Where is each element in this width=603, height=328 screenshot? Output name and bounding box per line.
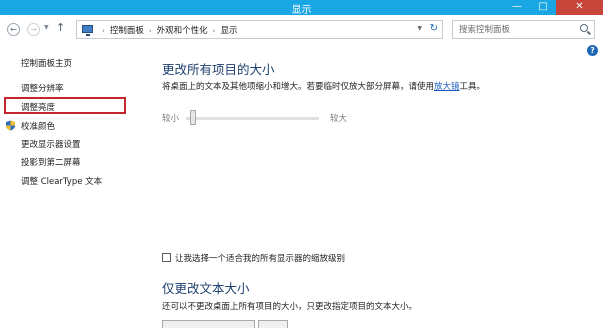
main-content: 更改所有项目的大小 将桌面上的文本及其他项缩小和增大。若要临时仅放大部分屏幕，请… bbox=[162, 45, 592, 328]
breadcrumb-display[interactable]: 显示 bbox=[220, 26, 237, 36]
breadcrumb-appearance[interactable]: 外观和个性化 bbox=[157, 26, 208, 36]
magnifier-link[interactable]: 放大镜 bbox=[434, 82, 460, 92]
text-size-heading: 仅更改文本大小 bbox=[162, 281, 250, 296]
search-box[interactable] bbox=[452, 20, 595, 39]
slider-thumb[interactable] bbox=[190, 110, 196, 125]
highlight-annotation bbox=[4, 97, 126, 114]
size-description-suffix: 工具。 bbox=[459, 82, 486, 92]
control-panel-icon bbox=[82, 25, 93, 36]
slider-max-label: 较大 bbox=[330, 114, 348, 124]
address-bar[interactable]: › 控制面板 › 外观和个性化 › 显示 ▼ ↻ bbox=[76, 20, 443, 39]
maximize-button[interactable]: □ bbox=[530, 0, 556, 15]
size-description: 将桌面上的文本及其他项缩小和增大。若要临时仅放大部分屏幕，请使用放大镜工具。 bbox=[162, 80, 485, 92]
size-description-text: 将桌面上的文本及其他项缩小和增大。若要临时仅放大部分屏幕，请使用 bbox=[162, 82, 435, 92]
refresh-icon[interactable]: ↻ bbox=[430, 23, 438, 34]
breadcrumb-separator[interactable]: › bbox=[213, 27, 216, 35]
scaling-checkbox-label[interactable]: 让我选择一个适合我的所有显示器的缩放级别 bbox=[175, 252, 345, 264]
sidebar: 控制面板主页 调整分辨率 调整亮度 校准颜色 更改显示器设置 投影到第二屏幕 调… bbox=[0, 45, 140, 328]
sidebar-item-resolution[interactable]: 调整分辨率 bbox=[21, 82, 64, 94]
title-bar: 显示 — □ ✕ bbox=[0, 0, 603, 16]
search-icon[interactable] bbox=[580, 24, 588, 32]
breadcrumb-control-panel[interactable]: 控制面板 bbox=[110, 26, 144, 36]
breadcrumb-separator[interactable]: › bbox=[149, 27, 152, 35]
slider-min-label: 较小 bbox=[162, 114, 180, 124]
text-size-description: 还可以不更改桌面上所有项目的大小，只更改指定项目的文本大小。 bbox=[162, 302, 418, 312]
page-title: 更改所有项目的大小 bbox=[162, 62, 275, 77]
sidebar-item-cleartype[interactable]: 调整 ClearType 文本 bbox=[21, 175, 102, 187]
navigation-bar: ← → ▼ ↑ › 控制面板 › 外观和个性化 › 显示 ▼ ↻ bbox=[0, 15, 603, 45]
back-arrow-icon[interactable]: ← bbox=[7, 23, 20, 36]
minimize-button[interactable]: — bbox=[504, 0, 530, 15]
sidebar-item-calibrate-color[interactable]: 校准颜色 bbox=[21, 120, 55, 132]
up-arrow-icon[interactable]: ↑ bbox=[56, 21, 65, 34]
text-size-dropdown[interactable] bbox=[258, 320, 288, 328]
text-item-dropdown[interactable] bbox=[162, 320, 255, 328]
close-button[interactable]: ✕ bbox=[556, 0, 603, 15]
sidebar-item-control-panel-home[interactable]: 控制面板主页 bbox=[21, 57, 72, 69]
forward-arrow-icon[interactable]: → bbox=[27, 23, 40, 36]
recent-pages-dropdown-icon[interactable]: ▼ bbox=[44, 24, 49, 31]
sidebar-item-project-second-screen[interactable]: 投影到第二屏幕 bbox=[21, 156, 81, 168]
breadcrumb-separator: › bbox=[102, 27, 105, 35]
shield-icon bbox=[6, 120, 15, 131]
scaling-checkbox[interactable] bbox=[162, 253, 171, 262]
search-input[interactable] bbox=[459, 24, 574, 36]
breadcrumb: › 控制面板 › 外观和个性化 › 显示 bbox=[97, 24, 237, 36]
slider-track[interactable] bbox=[186, 117, 319, 120]
size-slider[interactable]: 较小 较大 bbox=[162, 110, 362, 126]
address-dropdown-icon[interactable]: ▼ bbox=[417, 25, 422, 32]
sidebar-item-display-settings[interactable]: 更改显示器设置 bbox=[21, 138, 81, 150]
